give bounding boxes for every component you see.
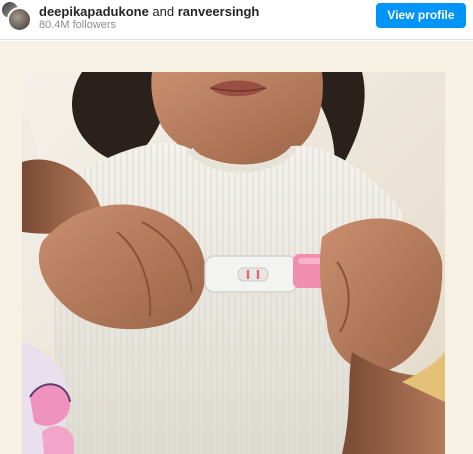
post-photo-illustration [22,72,445,454]
post-frame [0,41,473,454]
view-profile-button[interactable]: View profile [376,3,466,28]
embed-header: deepikapadukone and ranveersingh 80.4M f… [0,0,473,40]
username-link[interactable]: ranveersingh [178,4,260,19]
title-conjunction: and [148,4,178,19]
avatar-stack[interactable] [0,0,34,34]
account-names: deepikapadukone and ranveersingh [39,4,259,19]
instagram-embed: deepikapadukone and ranveersingh 80.4M f… [0,0,473,454]
followers-count: 80.4M followers [39,19,117,31]
username-link[interactable]: deepikapadukone [39,4,149,19]
avatar[interactable] [7,7,32,32]
post-image[interactable] [22,72,445,454]
